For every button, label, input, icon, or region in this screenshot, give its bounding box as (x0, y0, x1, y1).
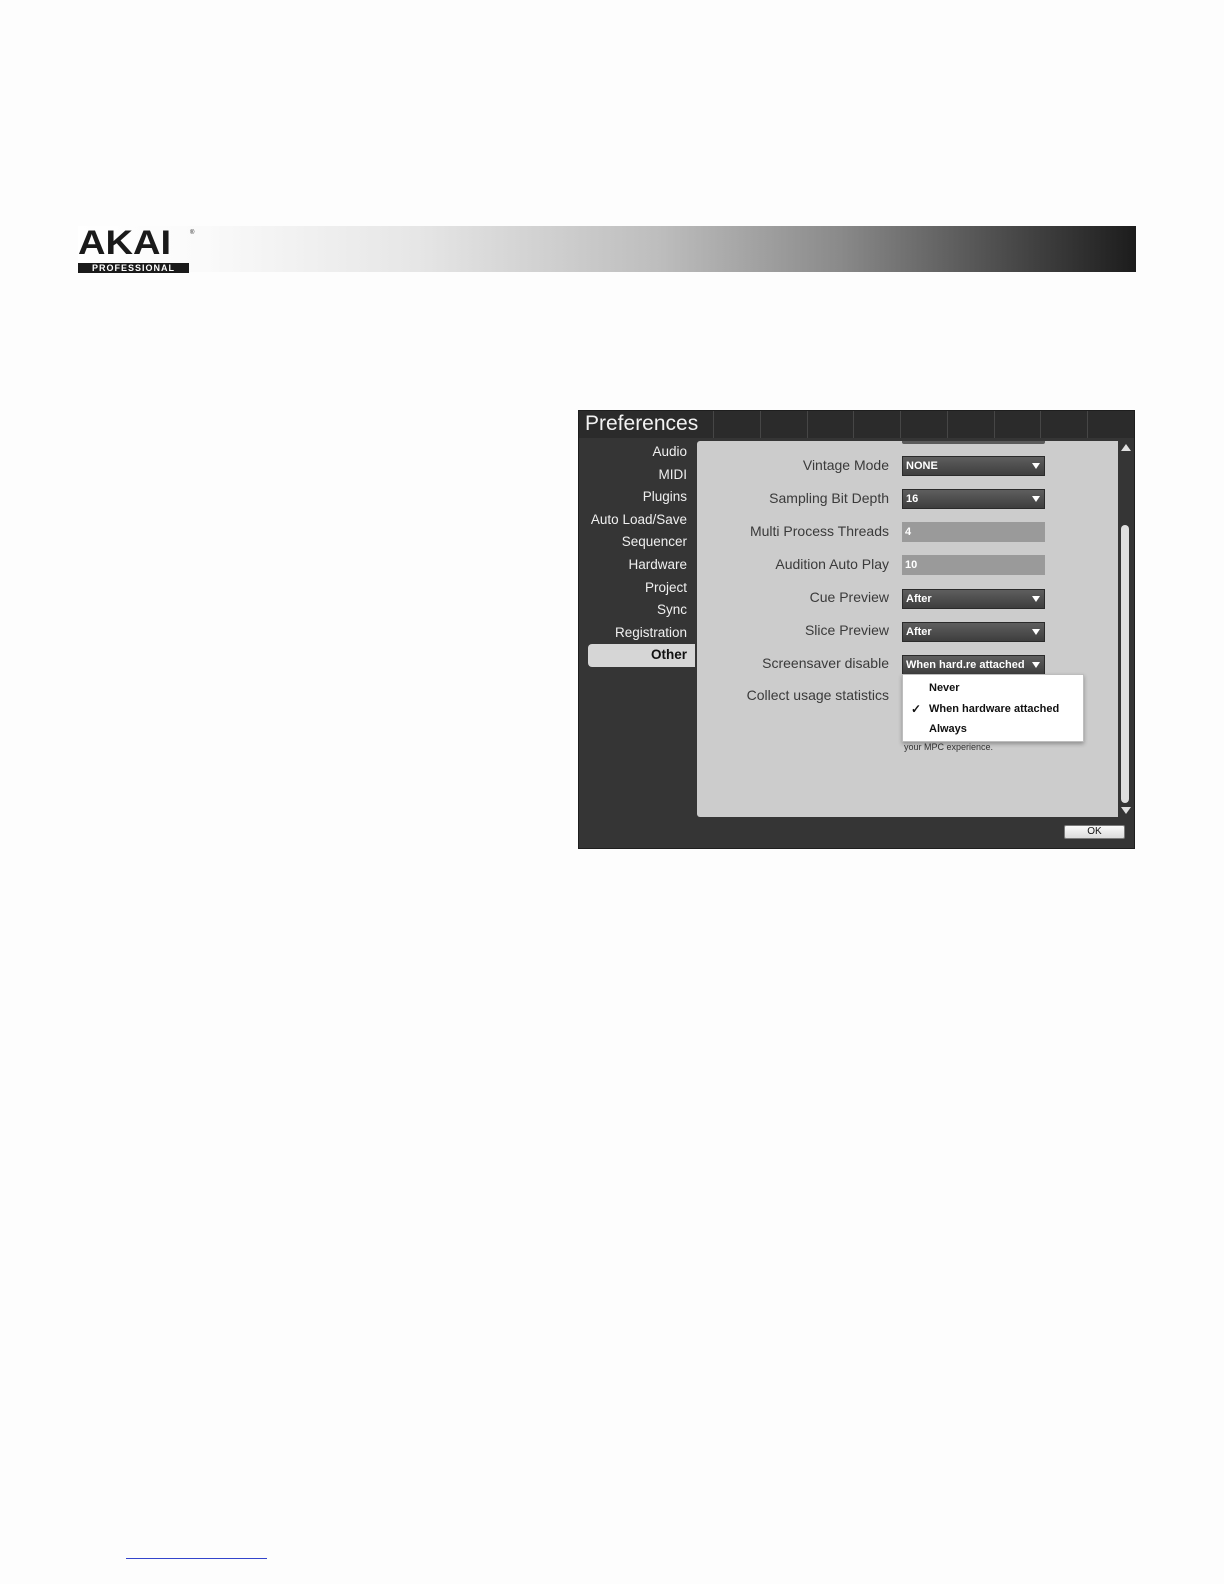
category-sequencer[interactable]: Sequencer (579, 531, 695, 554)
settings-panel: Vintage Mode NONE Sampling Bit Depth 16 … (697, 441, 1118, 817)
logo-word: AKAI (78, 224, 172, 262)
vertical-scrollbar[interactable] (1118, 441, 1134, 817)
dropdown-arrow-icon (1032, 463, 1040, 469)
category-registration[interactable]: Registration (579, 622, 695, 645)
menu-item-label: Always (929, 723, 967, 736)
collect-usage-statistics-label: Collect usage statistics (746, 687, 889, 703)
title-cell (853, 411, 900, 438)
scroll-down-arrow-icon[interactable] (1121, 807, 1131, 814)
screensaver-disable-value: When hard.re attached (906, 659, 1025, 671)
title-bar: Preferences (579, 411, 1134, 438)
title-cell (806, 411, 854, 438)
cue-preview-label: Cue Preview (809, 589, 889, 605)
category-list: Audio MIDI Plugins Auto Load/Save Sequen… (579, 441, 695, 667)
vintage-mode-value: NONE (906, 460, 938, 472)
multi-process-threads-label: Multi Process Threads (749, 523, 889, 539)
logo-subtitle: PROFESSIONAL (78, 263, 189, 273)
dropdown-arrow-icon (1032, 496, 1040, 502)
preferences-window: Preferences Audio MIDI Plugins Auto Load… (578, 410, 1135, 849)
scrollbar-thumb[interactable] (1121, 525, 1129, 803)
category-midi[interactable]: MIDI (579, 464, 695, 487)
category-hardware[interactable]: Hardware (579, 554, 695, 577)
title-cell (1087, 411, 1134, 438)
footer-link-underline (126, 1558, 267, 1559)
category-sync[interactable]: Sync (579, 599, 695, 622)
scrolled-field-edge (902, 441, 1045, 444)
dropdown-arrow-icon (1032, 662, 1040, 668)
scroll-up-arrow-icon[interactable] (1121, 444, 1131, 451)
audition-auto-play-field[interactable]: 10 (902, 555, 1045, 575)
menu-item-label: Never (929, 682, 960, 694)
multi-process-threads-field[interactable]: 4 (902, 522, 1045, 542)
ok-button[interactable]: OK (1064, 825, 1125, 839)
title-cell (993, 411, 1041, 438)
category-plugins[interactable]: Plugins (579, 486, 695, 509)
sampling-bit-depth-label: Sampling Bit Depth (769, 490, 889, 506)
title-bar-cells (713, 411, 1134, 438)
sampling-bit-depth-dropdown[interactable]: 16 (902, 489, 1045, 509)
dropdown-arrow-icon (1032, 596, 1040, 602)
window-title: Preferences (585, 412, 699, 435)
header-band (78, 226, 1136, 272)
slice-preview-label: Slice Preview (804, 622, 889, 638)
audition-auto-play-label: Audition Auto Play (775, 556, 889, 572)
logo-registered-mark: ® (190, 230, 195, 236)
sampling-bit-depth-value: 16 (906, 493, 919, 505)
dropdown-arrow-icon (1032, 629, 1040, 635)
category-auto-load-save[interactable]: Auto Load/Save (579, 509, 695, 532)
usage-statistics-note: your MPC experience. (904, 742, 994, 752)
screensaver-disable-label: Screensaver disable (762, 655, 889, 671)
title-cell (713, 411, 760, 438)
vintage-mode-dropdown[interactable]: NONE (902, 456, 1045, 476)
category-project[interactable]: Project (579, 577, 695, 600)
title-cell (946, 411, 994, 438)
screensaver-disable-dropdown[interactable]: When hard.re attached (902, 655, 1045, 675)
slice-preview-value: After (906, 626, 932, 638)
menu-item-label: When hardware attached (929, 702, 1060, 715)
akai-logo: AKAI ® PROFESSIONAL (78, 226, 195, 276)
category-other[interactable]: Other (588, 644, 695, 667)
menu-item-never[interactable]: Never (903, 678, 1083, 699)
menu-item-always[interactable]: Always (903, 719, 1083, 740)
cue-preview-value: After (906, 593, 932, 605)
vintage-mode-label: Vintage Mode (802, 457, 889, 473)
menu-item-when-hardware-attached[interactable]: ✓ When hardware attached (903, 699, 1083, 720)
category-audio[interactable]: Audio (579, 441, 695, 464)
slice-preview-dropdown[interactable]: After (902, 622, 1045, 642)
cue-preview-dropdown[interactable]: After (902, 589, 1045, 609)
title-cell (759, 411, 807, 438)
title-cell (900, 411, 947, 438)
checkmark-icon: ✓ (911, 701, 922, 716)
screensaver-dropdown-menu: Never ✓ When hardware attached Always (902, 674, 1084, 742)
title-cell (1040, 411, 1087, 438)
